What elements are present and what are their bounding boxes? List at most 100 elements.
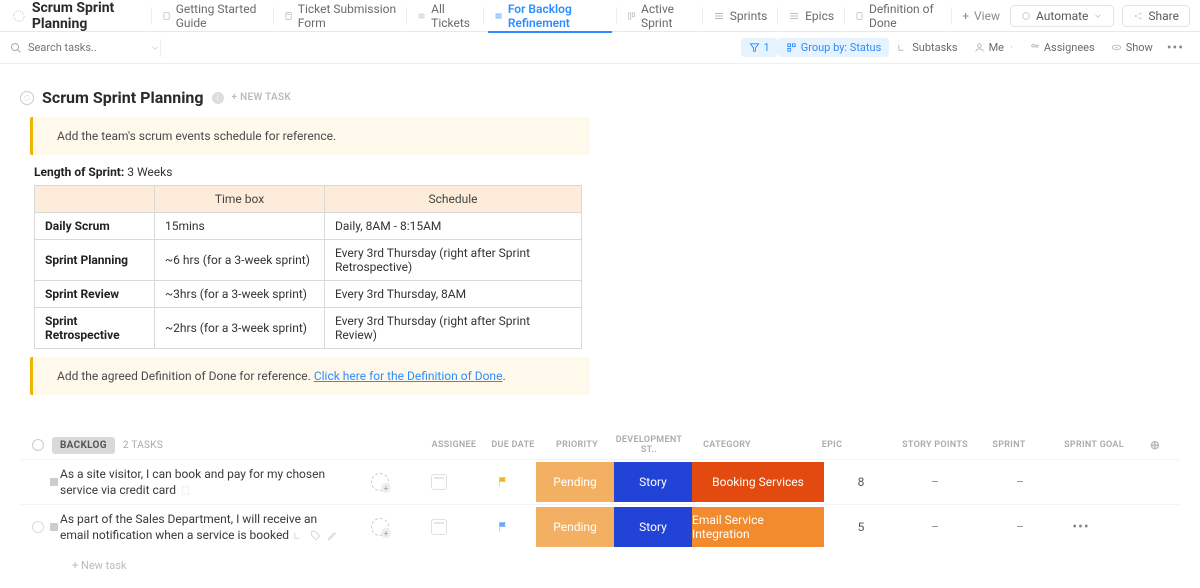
due-date-cell[interactable] <box>408 519 470 535</box>
events-header-empty <box>35 186 155 213</box>
sprint-cell[interactable]: – <box>898 475 972 489</box>
tab-getting-started[interactable]: Getting Started Guide <box>152 0 273 32</box>
due-date-cell[interactable] <box>408 474 470 490</box>
story-points-cell[interactable]: 5 <box>824 520 898 534</box>
col-story-points[interactable]: STORY POINTS <box>898 440 972 450</box>
group-by-chip[interactable]: Group by: Status <box>778 38 890 57</box>
people-icon <box>1029 42 1040 53</box>
category-cell[interactable]: Story <box>614 462 692 502</box>
sprint-cell[interactable]: – <box>898 520 972 534</box>
me-chip[interactable]: Me· <box>966 38 1021 57</box>
tab-all-tickets[interactable]: All Tickets <box>407 0 483 32</box>
task-name[interactable]: As a site visitor, I can book and pay fo… <box>60 467 325 497</box>
task-name[interactable]: As part of the Sales Department, I will … <box>60 512 317 542</box>
content-area: Scrum Sprint Planning i NEW TASK Add the… <box>0 64 1200 588</box>
list-title-row: Scrum Sprint Planning i NEW TASK <box>20 88 1180 107</box>
col-dev-status[interactable]: DEVELOPMENT ST.. <box>610 435 688 455</box>
sprint-length: Length of Sprint: 3 Weeks <box>34 165 1166 179</box>
top-nav-right: Automate Share <box>1010 5 1190 27</box>
assignee-cell[interactable] <box>352 473 408 491</box>
column-headers: ASSIGNEE DUE DATE PRIORITY DEVELOPMENT S… <box>426 435 1168 455</box>
subtasks-chip[interactable]: Subtasks <box>889 38 965 57</box>
row-actions[interactable]: ••• <box>1068 519 1094 535</box>
col-sprint[interactable]: SPRINT <box>972 440 1046 450</box>
assignees-chip[interactable]: Assignees <box>1021 38 1103 57</box>
col-due[interactable]: DUE DATE <box>482 440 544 450</box>
epic-cell[interactable]: Email Service Integration <box>692 507 824 547</box>
events-table: Time box Schedule Daily Scrum15minsDaily… <box>34 185 582 349</box>
add-assignee-icon[interactable] <box>371 473 389 491</box>
add-view-button[interactable]: + View <box>952 0 1010 32</box>
tab-ticket-form[interactable]: Ticket Submission Form <box>274 0 407 32</box>
status-square-icon[interactable] <box>50 523 58 531</box>
doc-icon <box>180 485 191 496</box>
collapse-icon[interactable] <box>32 439 44 451</box>
list-status-icon[interactable] <box>20 91 34 105</box>
more-options-icon[interactable]: ••• <box>1161 40 1190 56</box>
sprint-goal-cell[interactable]: – <box>972 520 1068 534</box>
event-name: Sprint Retrospective <box>35 308 155 349</box>
subtask-icon[interactable] <box>293 530 304 541</box>
task-row[interactable]: As part of the Sales Department, I will … <box>20 504 1180 549</box>
col-sprint-goal[interactable]: SPRINT GOAL <box>1046 440 1142 450</box>
search-input[interactable] <box>28 41 128 54</box>
col-category[interactable]: CATEGORY <box>688 440 766 450</box>
person-icon <box>974 42 985 53</box>
chevron-down-icon[interactable] <box>150 43 160 53</box>
info-icon[interactable]: i <box>212 92 224 104</box>
show-chip[interactable]: Show <box>1103 38 1161 57</box>
event-timebox: ~3hrs (for a 3-week sprint) <box>155 281 325 308</box>
search-icon <box>10 42 22 54</box>
workspace-icon <box>12 7 26 25</box>
filter-bar: 1 Group by: Status Subtasks Me· Assignee… <box>0 32 1200 64</box>
doc-icon <box>855 10 864 22</box>
priority-cell[interactable] <box>470 475 536 489</box>
priority-cell[interactable] <box>470 520 536 534</box>
add-assignee-icon[interactable] <box>371 518 389 536</box>
automate-button[interactable]: Automate <box>1010 5 1114 27</box>
workspace-title: Scrum Sprint Planning <box>32 0 141 32</box>
flag-icon <box>497 520 509 534</box>
event-name: Sprint Planning <box>35 240 155 281</box>
dod-link[interactable]: Click here for the Definition of Done <box>314 369 503 383</box>
search-wrap[interactable] <box>10 41 160 54</box>
list-icon <box>417 10 426 22</box>
share-button[interactable]: Share <box>1122 5 1190 27</box>
backlog-header: BACKLOG 2 TASKS ASSIGNEE DUE DATE PRIORI… <box>20 435 1180 459</box>
add-column-button[interactable]: ⊕ <box>1142 438 1168 452</box>
col-assignee[interactable]: ASSIGNEE <box>426 440 482 450</box>
board-icon <box>627 10 636 22</box>
backlog-group: BACKLOG 2 TASKS ASSIGNEE DUE DATE PRIORI… <box>20 435 1180 580</box>
tab-epics[interactable]: Epics <box>778 0 844 32</box>
group-badge[interactable]: BACKLOG <box>52 437 115 454</box>
tab-definition-of-done[interactable]: Definition of Done <box>845 0 952 32</box>
tab-backlog-refinement[interactable]: For Backlog Refinement <box>484 0 616 32</box>
callout-dod: Add the agreed Definition of Done for re… <box>30 357 590 395</box>
top-nav: Scrum Sprint Planning Getting Started Gu… <box>0 0 1200 32</box>
new-task-row[interactable]: New task <box>20 549 1180 580</box>
new-task-button[interactable]: NEW TASK <box>232 92 292 103</box>
event-schedule: Every 3rd Thursday (right after Sprint R… <box>325 308 582 349</box>
row-select-icon[interactable] <box>32 521 44 533</box>
event-schedule: Daily, 8AM - 8:15AM <box>325 213 582 240</box>
col-priority[interactable]: PRIORITY <box>544 440 610 450</box>
edit-icon[interactable] <box>327 530 338 541</box>
list-icon <box>788 10 800 22</box>
story-points-cell[interactable]: 8 <box>824 475 898 489</box>
tab-sprints[interactable]: Sprints <box>703 0 778 32</box>
assignee-cell[interactable] <box>352 518 408 536</box>
status-square-icon[interactable] <box>50 478 58 486</box>
row-more-icon[interactable]: ••• <box>1072 519 1089 535</box>
epic-cell[interactable]: Booking Services <box>692 462 824 502</box>
col-epic[interactable]: EPIC <box>766 440 898 450</box>
dev-status-cell[interactable]: Pending <box>536 507 614 547</box>
task-row[interactable]: As a site visitor, I can book and pay fo… <box>20 459 1180 504</box>
sprint-goal-cell[interactable]: – <box>972 475 1068 489</box>
filter-count-chip[interactable]: 1 <box>741 38 778 57</box>
tab-active-sprint[interactable]: Active Sprint <box>617 0 702 32</box>
tag-icon[interactable] <box>310 530 321 541</box>
group-count: 2 TASKS <box>123 440 163 451</box>
category-cell[interactable]: Story <box>614 507 692 547</box>
dev-status-cell[interactable]: Pending <box>536 462 614 502</box>
top-nav-left: Scrum Sprint Planning Getting Started Gu… <box>10 0 1010 32</box>
